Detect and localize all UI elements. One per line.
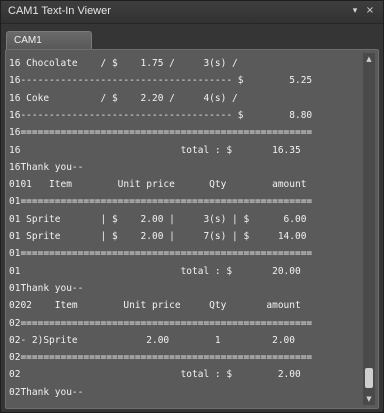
close-icon[interactable]: × <box>363 4 377 18</box>
text-panel: 16 Chocolate / $ 1.75 / 3(s) / 16--------… <box>5 49 379 409</box>
text-in-viewer-window: CAM1 Text-In Viewer ▾ × CAM1 16 Chocolat… <box>0 0 384 413</box>
text-line: 16Thank you-- <box>9 161 84 173</box>
text-line: 0202 Item Unit price Qty amount <box>9 300 301 312</box>
text-line: 02======================================… <box>9 317 313 329</box>
tab-strip: CAM1 <box>1 24 383 49</box>
tab-label: CAM1 <box>14 35 42 46</box>
window-menu-dropdown-icon[interactable]: ▾ <box>348 4 362 18</box>
scrollbar-thumb[interactable] <box>365 368 373 388</box>
scroll-down-arrow-icon[interactable]: ▼ <box>363 393 375 405</box>
text-line: 16------------------------------------- … <box>9 75 313 87</box>
text-line: 01======================================… <box>9 196 313 208</box>
text-line: 01======================================… <box>9 248 313 260</box>
text-line: 16 total : $ 16.35 <box>9 144 301 156</box>
text-line: 02Thank you-- <box>9 386 84 398</box>
text-line: 02 total : $ 2.00 <box>9 369 301 381</box>
text-line: 02======================================… <box>9 352 313 364</box>
scroll-up-arrow-icon[interactable]: ▲ <box>363 53 375 65</box>
text-line: 01 Sprite | $ 2.00 | 7(s) | $ 14.00 <box>9 231 307 242</box>
text-line: 01 Sprite | $ 2.00 | 3(s) | $ 6.00 <box>9 213 307 225</box>
text-line: 01 total : $ 20.00 <box>9 265 301 277</box>
window-title: CAM1 Text-In Viewer <box>8 5 111 17</box>
text-line: 01Thank you-- <box>9 282 84 294</box>
vertical-scrollbar[interactable]: ▲ ▼ <box>363 53 375 405</box>
tab-cam1[interactable]: CAM1 <box>6 31 92 49</box>
text-line: 16 Chocolate / $ 1.75 / 3(s) / <box>9 58 238 69</box>
text-line: 16 Coke / $ 2.20 / 4(s) / <box>9 92 238 104</box>
text-line: 16======================================… <box>9 127 313 139</box>
text-output-area[interactable]: 16 Chocolate / $ 1.75 / 3(s) / 16--------… <box>9 53 361 405</box>
text-line: 16------------------------------------- … <box>9 109 313 121</box>
text-line: 0101 Item Unit price Qty amount <box>9 179 307 191</box>
text-line: 02- 2)Sprite 2.00 1 2.00 <box>9 334 295 346</box>
title-bar[interactable]: CAM1 Text-In Viewer ▾ × <box>1 1 383 24</box>
